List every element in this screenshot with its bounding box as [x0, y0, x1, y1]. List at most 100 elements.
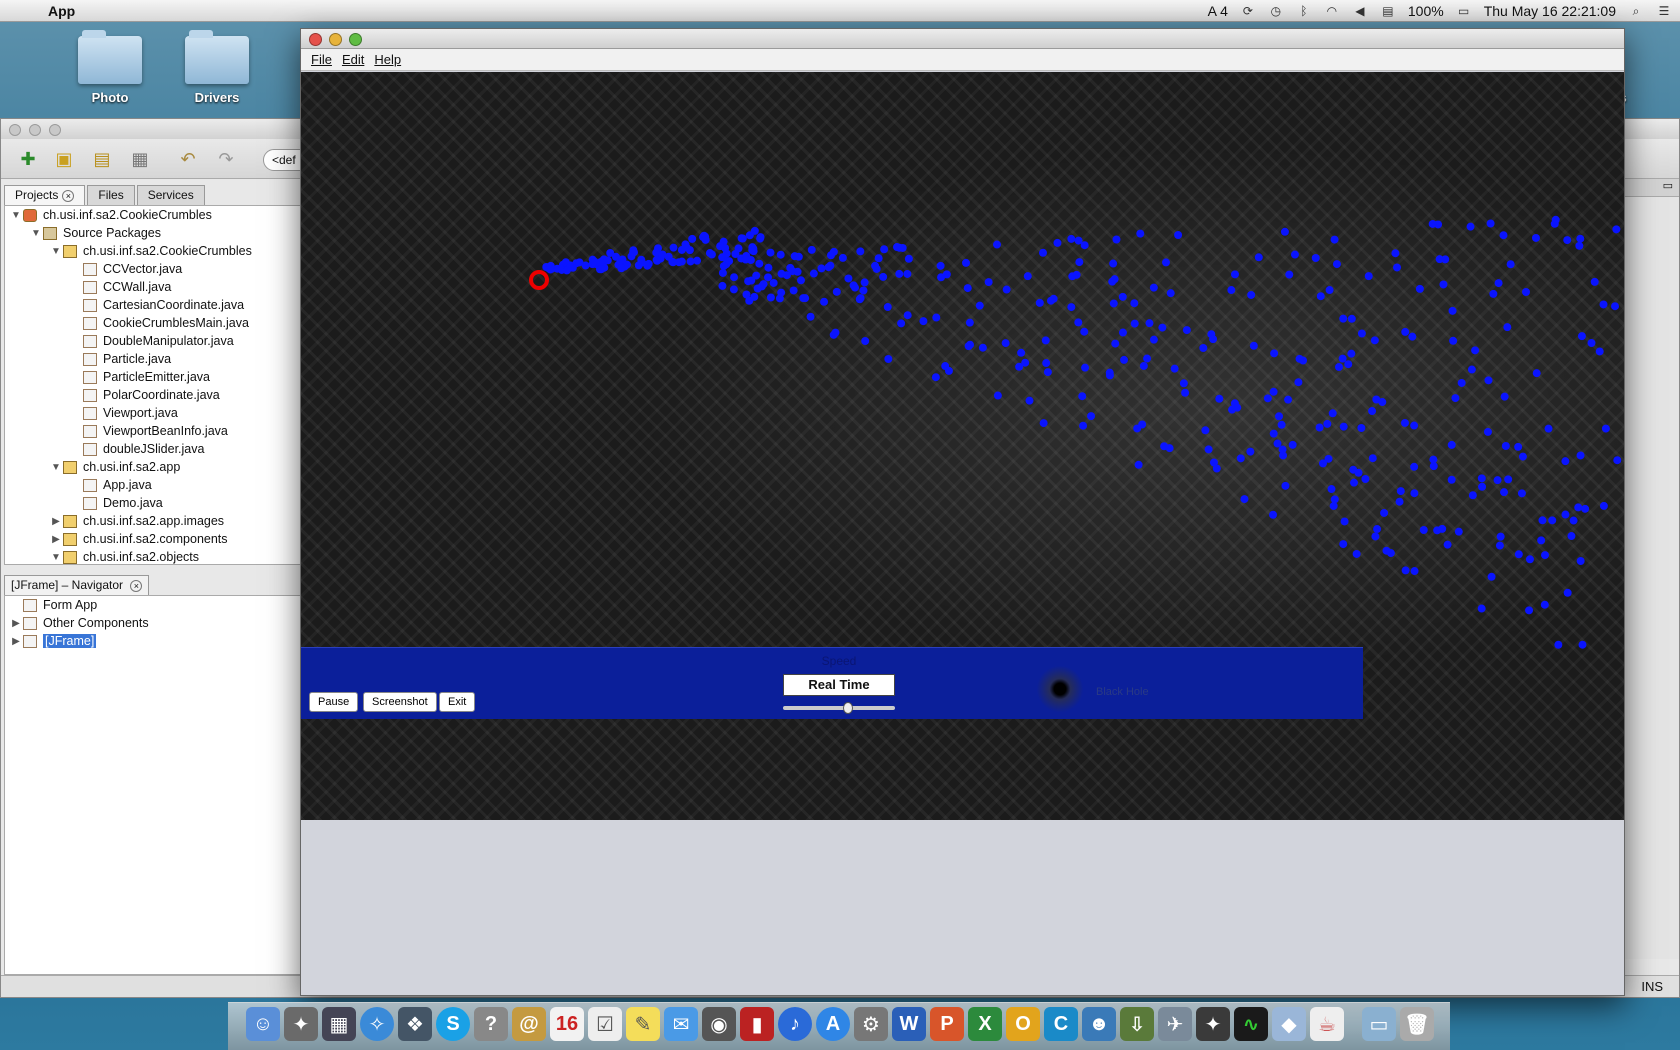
app-titlebar[interactable]: [301, 29, 1624, 49]
close-icon[interactable]: [9, 124, 21, 136]
download-icon[interactable]: ⇩: [1120, 1007, 1154, 1041]
utility-icon[interactable]: ✈: [1158, 1007, 1192, 1041]
battery-percent[interactable]: 100%: [1408, 3, 1444, 19]
applications-folder-icon[interactable]: ▭: [1362, 1007, 1396, 1041]
time-machine-icon[interactable]: ◷: [1268, 4, 1284, 18]
launchpad-icon[interactable]: ✦: [284, 1007, 318, 1041]
exit-button[interactable]: Exit: [439, 692, 476, 712]
disclosure-triangle-icon[interactable]: ▼: [49, 462, 63, 473]
tree-node[interactable]: PolarCoordinate.java: [5, 386, 300, 404]
disclosure-triangle-icon[interactable]: ▼: [9, 210, 23, 221]
menu-edit[interactable]: Edit: [342, 52, 364, 67]
trash-icon[interactable]: 🗑: [1400, 1007, 1434, 1041]
calendar-icon[interactable]: 16: [550, 1007, 584, 1041]
configuration-combo[interactable]: <def: [263, 149, 303, 171]
navigator-node[interactable]: ▶ [JFrame]: [5, 632, 300, 650]
sync-icon[interactable]: ⟳: [1240, 4, 1256, 18]
desktop-icon-drivers[interactable]: Drivers: [167, 30, 267, 105]
tab-files[interactable]: Files: [87, 185, 135, 205]
tree-node[interactable]: ▼ ch.usi.inf.sa2.objects: [5, 548, 300, 564]
wifi-icon[interactable]: ◠: [1324, 4, 1340, 18]
messages-icon[interactable]: ✉: [664, 1007, 698, 1041]
tree-node[interactable]: ▼ Source Packages: [5, 224, 300, 242]
netbeans-icon[interactable]: ✦: [1196, 1007, 1230, 1041]
new-project-icon[interactable]: ▣: [51, 147, 77, 171]
tree-node[interactable]: CCVector.java: [5, 260, 300, 278]
tree-node[interactable]: App.java: [5, 476, 300, 494]
tab-services[interactable]: Services: [136, 185, 205, 205]
notification-list-icon[interactable]: ☰: [1656, 4, 1672, 18]
disclosure-triangle-icon[interactable]: ▼: [49, 552, 63, 563]
itunes-icon[interactable]: ♪: [778, 1007, 812, 1041]
activity-monitor-icon[interactable]: ∿: [1234, 1007, 1268, 1041]
powerpoint-icon[interactable]: P: [930, 1007, 964, 1041]
java-icon[interactable]: ☕: [1310, 1007, 1344, 1041]
outlook-icon[interactable]: O: [1006, 1007, 1040, 1041]
speed-slider-thumb[interactable]: [842, 702, 853, 714]
simulation-viewport[interactable]: Pause Screenshot Exit Speed Real Time Bl…: [301, 72, 1624, 820]
cube-icon[interactable]: ◆: [1272, 1007, 1306, 1041]
particle-emitter[interactable]: [529, 270, 549, 290]
input-menu-icon[interactable]: A 4: [1208, 3, 1228, 19]
save-all-icon[interactable]: ▦: [127, 147, 153, 171]
tree-node[interactable]: DoubleManipulator.java: [5, 332, 300, 350]
photos-icon[interactable]: ❖: [398, 1007, 432, 1041]
black-hole-icon[interactable]: [1037, 666, 1083, 712]
new-file-icon[interactable]: ✚: [15, 147, 41, 171]
disclosure-triangle-icon[interactable]: ▼: [29, 228, 43, 239]
speed-field[interactable]: Real Time: [783, 674, 895, 696]
redo-icon[interactable]: ↷: [213, 147, 239, 171]
flag-icon[interactable]: ▤: [1380, 4, 1396, 18]
close-tab-icon[interactable]: ×: [62, 190, 75, 202]
users-icon[interactable]: ☻: [1082, 1007, 1116, 1041]
battery-icon[interactable]: ▭: [1456, 4, 1472, 18]
tab-projects[interactable]: Projects ×: [4, 185, 86, 205]
tree-node[interactable]: ▼ ch.usi.inf.sa2.app: [5, 458, 300, 476]
tree-node[interactable]: ▶ ch.usi.inf.sa2.app.images: [5, 512, 300, 530]
navigator-tab[interactable]: [JFrame] – Navigator ×: [4, 575, 150, 595]
skype-icon[interactable]: S: [436, 1007, 470, 1041]
tree-node[interactable]: ViewportBeanInfo.java: [5, 422, 300, 440]
disclosure-triangle-icon[interactable]: ▼: [49, 246, 63, 257]
active-app-name[interactable]: App: [48, 3, 75, 19]
open-project-icon[interactable]: ▤: [89, 147, 115, 171]
c-app-icon[interactable]: C: [1044, 1007, 1078, 1041]
menu-file[interactable]: File: [311, 52, 332, 67]
tree-node[interactable]: ▼ ch.usi.inf.sa2.CookieCrumbles: [5, 242, 300, 260]
reminders-icon[interactable]: ☑: [588, 1007, 622, 1041]
desktop-icon-photo[interactable]: Photo: [60, 30, 160, 105]
safari-icon[interactable]: ✧: [360, 1007, 394, 1041]
tree-node[interactable]: ▶ ch.usi.inf.sa2.components: [5, 530, 300, 548]
tree-node[interactable]: ▼ ch.usi.inf.sa2.CookieCrumbles: [5, 206, 300, 224]
close-icon[interactable]: [309, 33, 322, 46]
navigator-node[interactable]: Form App: [5, 596, 300, 614]
help-icon[interactable]: ?: [474, 1007, 508, 1041]
minimize-icon[interactable]: [29, 124, 41, 136]
close-tab-icon[interactable]: ×: [130, 580, 143, 592]
disclosure-triangle-icon[interactable]: ▶: [9, 618, 23, 629]
bluetooth-icon[interactable]: ᛒ: [1296, 4, 1312, 18]
notes-icon[interactable]: ✎: [626, 1007, 660, 1041]
pause-button[interactable]: Pause: [309, 692, 359, 712]
photo-booth-icon[interactable]: ▮: [740, 1007, 774, 1041]
tree-node[interactable]: CCWall.java: [5, 278, 300, 296]
app-store-icon[interactable]: A: [816, 1007, 850, 1041]
minimize-icon[interactable]: [329, 33, 342, 46]
speed-slider[interactable]: [783, 706, 895, 710]
zoom-icon[interactable]: [349, 33, 362, 46]
disclosure-triangle-icon[interactable]: ▶: [49, 534, 63, 545]
navigator-node[interactable]: ▶ Other Components: [5, 614, 300, 632]
contacts-icon[interactable]: @: [512, 1007, 546, 1041]
disclosure-triangle-icon[interactable]: ▶: [9, 636, 23, 647]
excel-icon[interactable]: X: [968, 1007, 1002, 1041]
tree-node[interactable]: Viewport.java: [5, 404, 300, 422]
clock[interactable]: Thu May 16 22:21:09: [1484, 3, 1616, 19]
tree-node[interactable]: CartesianCoordinate.java: [5, 296, 300, 314]
undo-icon[interactable]: ↶: [175, 147, 201, 171]
tree-node[interactable]: Particle.java: [5, 350, 300, 368]
zoom-icon[interactable]: [49, 124, 61, 136]
facetime-icon[interactable]: ◉: [702, 1007, 736, 1041]
tree-node[interactable]: CookieCrumblesMain.java: [5, 314, 300, 332]
finder-icon[interactable]: ☺: [246, 1007, 280, 1041]
system-preferences-icon[interactable]: ⚙: [854, 1007, 888, 1041]
